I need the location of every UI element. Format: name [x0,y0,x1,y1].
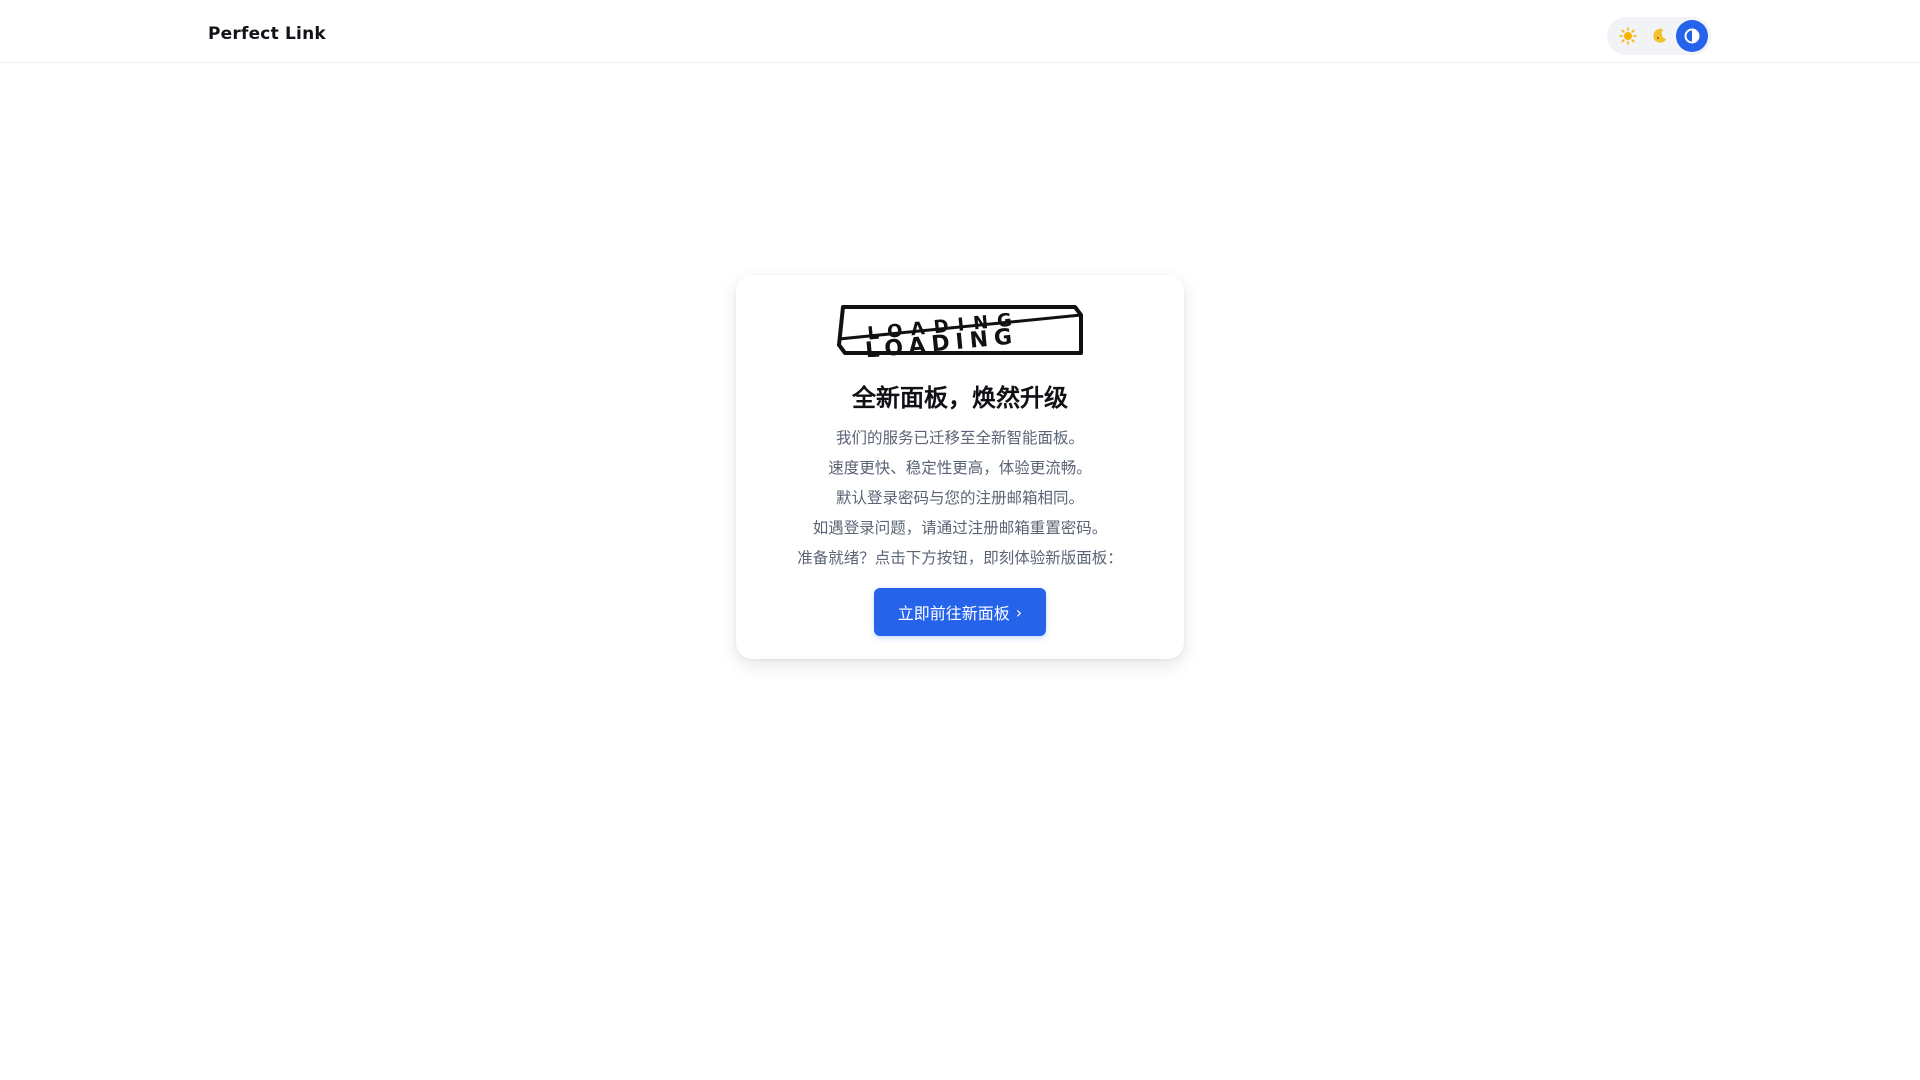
theme-toggle [1607,17,1711,55]
card-title: 全新面板，焕然升级 [852,384,1068,412]
description-line: 速度更快、稳定性更高，体验更流畅。 [828,459,1092,477]
loading-logo: LOADING LOADING [837,305,1083,357]
go-to-new-panel-button[interactable]: 立即前往新面板 › [874,588,1046,636]
description: 我们的服务已迁移至全新智能面板。 速度更快、稳定性更高，体验更流畅。 默认登录密… [736,423,1184,573]
brand-logo-text[interactable]: Perfect Link [208,24,326,44]
description-line: 我们的服务已迁移至全新智能面板。 [835,429,1084,447]
half-circle-icon [1684,28,1700,44]
theme-dark-button[interactable] [1644,20,1676,52]
sun-icon [1619,27,1637,45]
migration-notice-card: LOADING LOADING 全新面板，焕然升级 我们的服务已迁移至全新智能面… [736,275,1184,659]
top-navbar: Perfect Link [0,0,1920,63]
description-line: 如遇登录问题，请通过注册邮箱重置密码。 [812,519,1108,537]
theme-auto-button[interactable] [1676,20,1708,52]
chevron-right-icon: › [1015,602,1023,622]
description-line: 准备就绪？点击下方按钮，即刻体验新版面板： [797,549,1123,567]
description-line: 默认登录密码与您的注册邮箱相同。 [835,489,1084,507]
go-to-new-panel-label: 立即前往新面板 [897,604,1010,623]
moon-icon [1653,28,1667,43]
theme-light-button[interactable] [1612,20,1644,52]
